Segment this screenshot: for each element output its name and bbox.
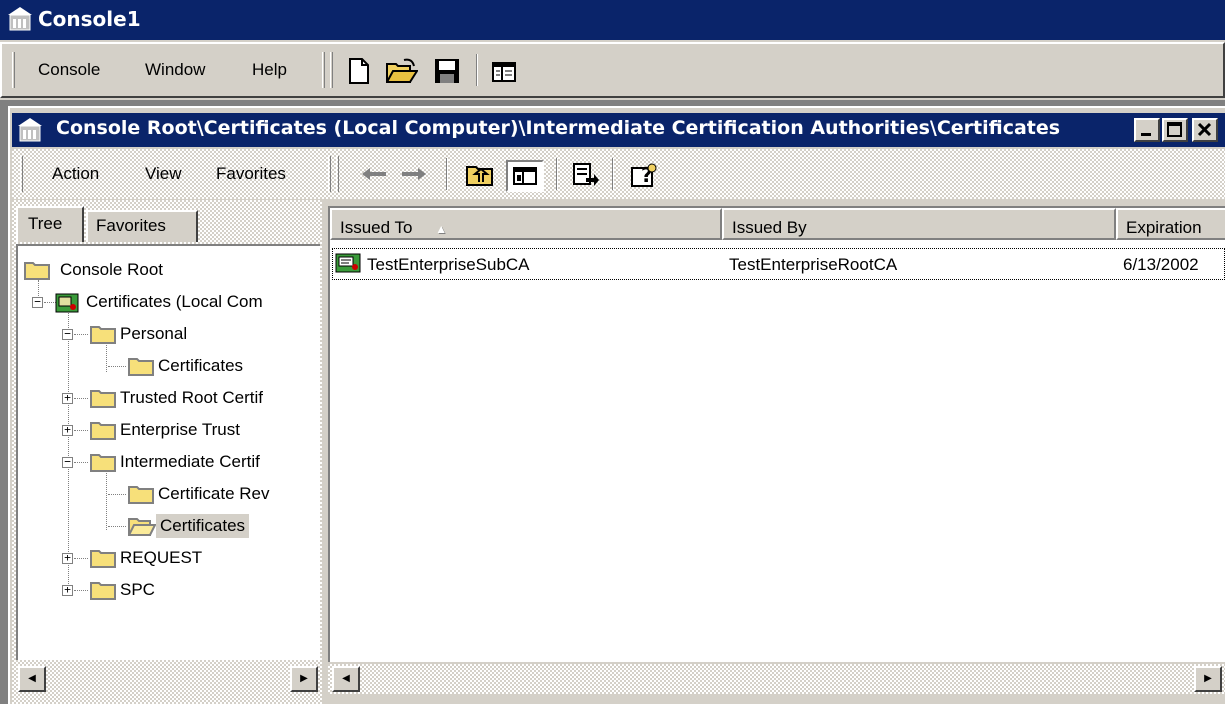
show-hide-tree-toggle[interactable] bbox=[506, 160, 544, 192]
back-arrow-icon[interactable] bbox=[360, 166, 388, 182]
folder-icon bbox=[90, 452, 116, 472]
scroll-right-icon[interactable]: ▶ bbox=[1194, 666, 1222, 692]
tree-item-label: SPC bbox=[120, 580, 155, 599]
tree-item-label: Certificate Rev bbox=[158, 484, 270, 503]
scroll-left-icon[interactable]: ◀ bbox=[332, 666, 360, 692]
tree-item-label: REQUEST bbox=[120, 548, 203, 567]
column-header-issued-to[interactable]: Issued To ▲ bbox=[330, 208, 722, 240]
table-row[interactable]: TestEnterpriseSubCA TestEnterpriseRootCA… bbox=[332, 248, 1225, 280]
folder-icon bbox=[90, 548, 116, 568]
cell-issued-to: TestEnterpriseSubCA bbox=[367, 255, 530, 274]
tab-tree[interactable]: Tree bbox=[16, 206, 84, 242]
tree-view[interactable]: Console Root − Certificates (Local Com −… bbox=[16, 244, 320, 660]
folder-icon bbox=[128, 484, 154, 504]
toolbar-separator-4 bbox=[612, 158, 614, 190]
column-header-expiration[interactable]: Expiration bbox=[1116, 208, 1225, 240]
column-header-issued-by[interactable]: Issued By bbox=[722, 208, 1116, 240]
toolbar-separator-2 bbox=[446, 158, 448, 190]
menu-view[interactable]: View bbox=[145, 164, 182, 184]
toolbar-grip bbox=[322, 52, 325, 88]
up-one-level-icon[interactable] bbox=[466, 164, 494, 186]
column-label: Issued By bbox=[732, 218, 807, 237]
tab-tree-label: Tree bbox=[28, 214, 63, 233]
expand-icon[interactable]: + bbox=[62, 552, 73, 564]
minimize-button[interactable] bbox=[1134, 118, 1160, 142]
tab-favorites[interactable]: Favorites bbox=[86, 210, 198, 242]
scroll-left-icon[interactable]: ◀ bbox=[18, 666, 46, 692]
tab-favorites-label: Favorites bbox=[96, 216, 166, 235]
folder-icon bbox=[90, 580, 116, 600]
scroll-right-icon[interactable]: ▶ bbox=[290, 666, 318, 692]
toolbar-separator bbox=[476, 54, 478, 86]
tree-item-label: Personal bbox=[120, 324, 188, 343]
toolbar-grip-2 bbox=[330, 52, 333, 88]
folder-icon bbox=[24, 260, 50, 280]
menubar-grip[interactable] bbox=[12, 52, 15, 88]
mmc-child-icon bbox=[18, 117, 42, 143]
tree-item-label: Enterprise Trust bbox=[120, 420, 240, 439]
certificate-snapin-icon bbox=[54, 292, 80, 313]
tree-item-label: Certificates (Local Com bbox=[86, 292, 263, 311]
show-hide-tree-icon bbox=[513, 167, 537, 185]
tree-hscrollbar[interactable]: ◀ ▶ bbox=[16, 664, 320, 694]
mmc-app-icon bbox=[8, 6, 32, 32]
new-document-icon[interactable] bbox=[348, 58, 370, 84]
maximize-button[interactable] bbox=[1162, 118, 1188, 142]
column-label: Expiration bbox=[1126, 218, 1202, 237]
child-toolbar-grip bbox=[328, 156, 331, 192]
menu-console[interactable]: Console bbox=[38, 60, 100, 80]
cell-issued-by: TestEnterpriseRootCA bbox=[729, 255, 898, 274]
open-folder-icon bbox=[127, 516, 157, 536]
open-folder-icon[interactable] bbox=[385, 58, 419, 84]
certificate-icon bbox=[335, 252, 361, 274]
forward-arrow-icon[interactable] bbox=[400, 166, 428, 182]
folder-icon bbox=[90, 388, 116, 408]
export-list-icon[interactable] bbox=[572, 162, 600, 188]
child-titlebar[interactable]: Console Root\Certificates (Local Compute… bbox=[12, 113, 1225, 147]
list-hscrollbar[interactable]: ◀ ▶ bbox=[328, 664, 1225, 694]
expand-icon[interactable]: + bbox=[62, 584, 73, 596]
collapse-icon[interactable]: − bbox=[32, 296, 43, 308]
column-label: Issued To bbox=[340, 218, 413, 237]
list-view[interactable]: Issued To ▲ Issued By Expiration TestEnt… bbox=[328, 206, 1225, 662]
child-title: Console Root\Certificates (Local Compute… bbox=[56, 117, 1061, 139]
menu-favorites[interactable]: Favorites bbox=[216, 164, 286, 184]
collapse-icon[interactable]: − bbox=[62, 328, 73, 340]
child-toolbar-grip-2 bbox=[336, 156, 339, 192]
expand-icon[interactable]: + bbox=[62, 392, 73, 404]
folder-icon bbox=[90, 324, 116, 344]
help-icon[interactable]: ? bbox=[630, 162, 658, 188]
save-icon[interactable] bbox=[434, 58, 460, 84]
tree-item-label: Console Root bbox=[60, 260, 164, 279]
menu-help[interactable]: Help bbox=[252, 60, 287, 80]
app-title: Console1 bbox=[38, 7, 141, 31]
app-titlebar[interactable]: Console1 bbox=[0, 0, 1225, 40]
toolbar-separator-3 bbox=[556, 158, 558, 190]
child-toolbar-band bbox=[12, 149, 1225, 199]
menu-action[interactable]: Action bbox=[52, 164, 99, 184]
tree-item-label: Certificates bbox=[158, 356, 244, 375]
collapse-icon[interactable]: − bbox=[62, 456, 73, 468]
folder-icon bbox=[90, 420, 116, 440]
cell-expiration: 6/13/2002 bbox=[1123, 255, 1199, 274]
tree-item-label: Trusted Root Certif bbox=[120, 388, 263, 407]
show-hide-tree-icon[interactable] bbox=[492, 62, 516, 82]
expand-icon[interactable]: + bbox=[62, 424, 73, 436]
tree-item-label: Intermediate Certif bbox=[120, 452, 260, 471]
tree-item-label-selected: Certificates bbox=[156, 514, 250, 538]
close-button[interactable] bbox=[1192, 118, 1218, 142]
folder-icon bbox=[128, 356, 154, 376]
menu-window[interactable]: Window bbox=[145, 60, 205, 80]
sort-ascending-icon: ▲ bbox=[435, 222, 448, 236]
child-menubar-grip bbox=[20, 156, 23, 192]
